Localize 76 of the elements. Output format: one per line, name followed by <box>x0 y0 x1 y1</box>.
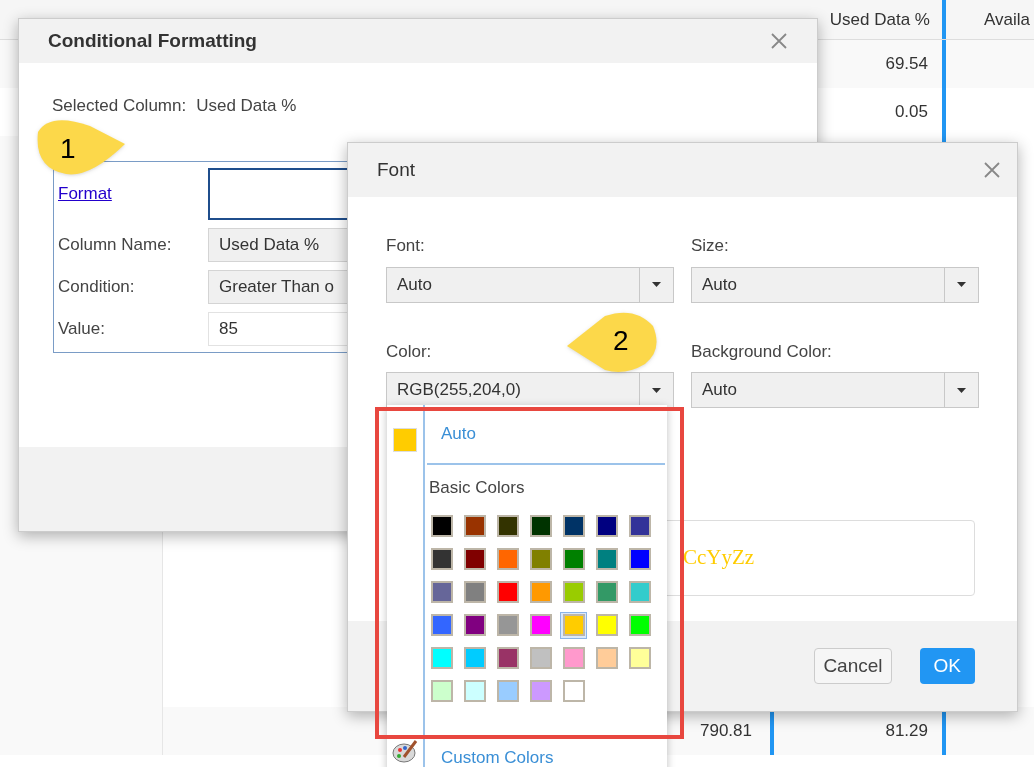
dropdown-select[interactable]: Auto <box>691 266 979 303</box>
close-icon[interactable] <box>770 32 788 50</box>
color-swatch[interactable] <box>628 581 651 603</box>
dropdown-select[interactable]: Auto <box>691 372 979 408</box>
color-swatch[interactable] <box>463 548 486 570</box>
color-swatch[interactable] <box>595 647 618 669</box>
field-label: Font: <box>386 235 425 257</box>
color-swatch[interactable] <box>463 614 486 636</box>
color-swatch[interactable] <box>430 581 453 603</box>
color-swatch[interactable] <box>562 647 585 669</box>
field-label: Condition: <box>58 275 136 298</box>
color-swatch[interactable] <box>496 581 519 603</box>
color-swatch[interactable] <box>595 515 618 537</box>
color-swatch[interactable] <box>496 680 519 702</box>
callout-number: 1 <box>60 132 76 166</box>
palette-icon <box>392 739 418 765</box>
table-cell-text: 790.81 <box>700 720 752 743</box>
table-cell-text: 0.05 <box>894 101 928 124</box>
color-swatch[interactable] <box>628 614 651 636</box>
format-link[interactable]: Format <box>58 180 208 207</box>
table-cell-text: 81.29 <box>885 720 928 743</box>
section-title: Basic Colors <box>428 477 526 499</box>
color-swatch[interactable] <box>628 647 651 669</box>
color-swatch[interactable] <box>430 614 453 636</box>
color-swatch[interactable] <box>595 614 618 636</box>
field-label: Color: <box>386 340 432 363</box>
field-value: Used Data % <box>196 95 297 117</box>
dropdown-select[interactable]: RGB(255,204,0) <box>386 372 674 408</box>
caret-icon <box>957 387 966 393</box>
color-swatch[interactable] <box>529 581 552 603</box>
field-label: Column Name: <box>58 233 173 256</box>
color-swatch[interactable] <box>463 680 486 702</box>
dialog-title: Conditional Formatting <box>48 28 257 53</box>
color-swatch[interactable] <box>496 515 519 537</box>
dropdown-select[interactable]: Auto <box>386 266 674 303</box>
color-swatch[interactable] <box>595 581 618 603</box>
caret-icon <box>652 282 661 287</box>
color-swatch[interactable] <box>496 548 519 570</box>
close-icon[interactable] <box>983 161 1001 179</box>
auto-option[interactable]: Auto <box>441 421 476 447</box>
custom-colors-option[interactable]: Custom Colors <box>441 745 554 767</box>
color-swatch[interactable] <box>430 515 453 537</box>
color-swatch[interactable] <box>562 515 585 537</box>
table-cell-text: 69.54 <box>885 53 928 76</box>
callout-number: 2 <box>613 324 629 358</box>
caret-icon <box>652 387 661 393</box>
color-swatch[interactable] <box>529 515 552 537</box>
color-swatch[interactable] <box>496 614 519 636</box>
caret-icon <box>957 282 966 287</box>
color-swatch[interactable] <box>529 647 552 669</box>
color-swatch[interactable] <box>529 614 552 636</box>
color-swatch[interactable] <box>430 680 453 702</box>
cancel-button[interactable]: Cancel <box>814 648 892 684</box>
color-swatch[interactable] <box>595 548 618 570</box>
color-swatch[interactable] <box>529 548 552 570</box>
color-swatch[interactable] <box>628 548 651 570</box>
color-swatch[interactable] <box>463 647 486 669</box>
color-swatch[interactable] <box>496 647 519 669</box>
field-label: Size: <box>691 235 729 257</box>
color-swatch[interactable] <box>430 548 453 570</box>
color-swatch[interactable] <box>430 647 453 669</box>
color-swatch[interactable] <box>562 614 585 636</box>
preview-text: CcYyZz <box>683 544 755 572</box>
color-swatch[interactable] <box>562 680 585 702</box>
field-label: Selected Column: <box>52 95 187 117</box>
color-swatch[interactable] <box>463 515 486 537</box>
field-label: Background Color: <box>691 340 832 363</box>
color-swatch[interactable] <box>529 680 552 702</box>
color-swatch[interactable] <box>562 548 585 570</box>
field-label: Value: <box>58 317 106 340</box>
color-swatch[interactable] <box>463 581 486 603</box>
column-header[interactable]: Availa <box>946 6 1030 33</box>
column-header[interactable]: Used Data % <box>829 6 930 33</box>
dialog-title: Font <box>377 157 416 182</box>
color-swatch[interactable] <box>628 515 651 537</box>
color-swatch[interactable] <box>562 581 585 603</box>
